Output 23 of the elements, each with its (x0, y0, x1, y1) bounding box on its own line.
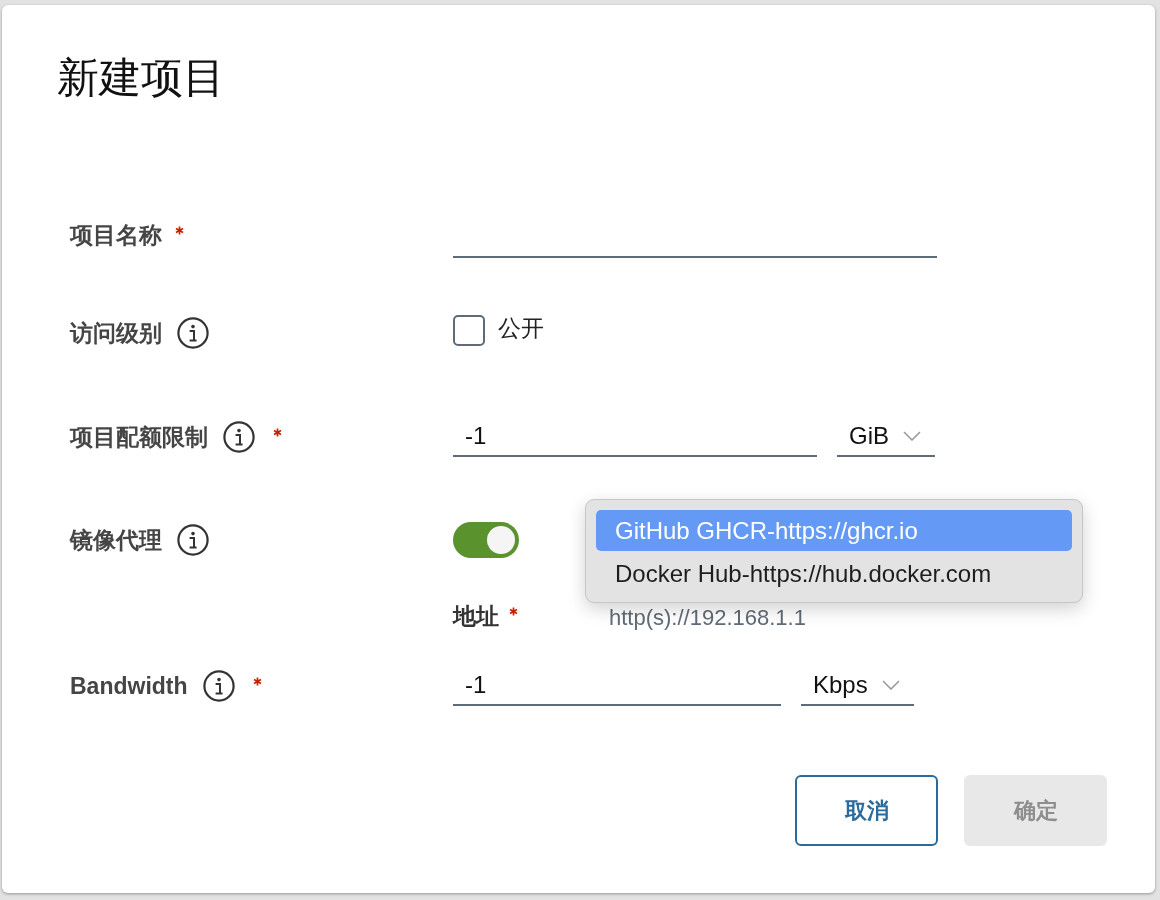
info-icon[interactable] (223, 421, 255, 453)
unit-select[interactable]: GiB (837, 417, 935, 457)
field-label: 镜像代理 (70, 526, 162, 555)
info-icon[interactable] (177, 317, 209, 349)
chevron-down-icon (903, 431, 921, 441)
unit-select[interactable]: Kbps (801, 666, 914, 706)
field-label: Bandwidth (70, 672, 188, 701)
chevron-down-icon (881, 680, 900, 690)
field-label: 项目名称 (70, 221, 162, 250)
info-icon[interactable] (202, 670, 235, 702)
address-input[interactable]: http(s)://192.168.1.1 (609, 604, 909, 631)
info-icon[interactable] (177, 524, 209, 556)
dialog-title: 新建项目 (57, 53, 225, 103)
field-label: 访问级别 (70, 319, 162, 348)
cancel-button[interactable]: 取消 (795, 775, 938, 846)
field-label: 项目配额限制 (70, 423, 208, 452)
number-input[interactable]: -1 (453, 666, 781, 706)
checkbox-label[interactable]: 公开 (498, 312, 544, 344)
checkbox[interactable] (453, 314, 485, 346)
toggle-switch[interactable] (453, 522, 519, 558)
address-label: 地址 (453, 601, 499, 631)
suggestion-item[interactable]: Docker Hub-https://hub.docker.com (596, 553, 1072, 594)
number-input[interactable]: -1 (453, 417, 817, 457)
